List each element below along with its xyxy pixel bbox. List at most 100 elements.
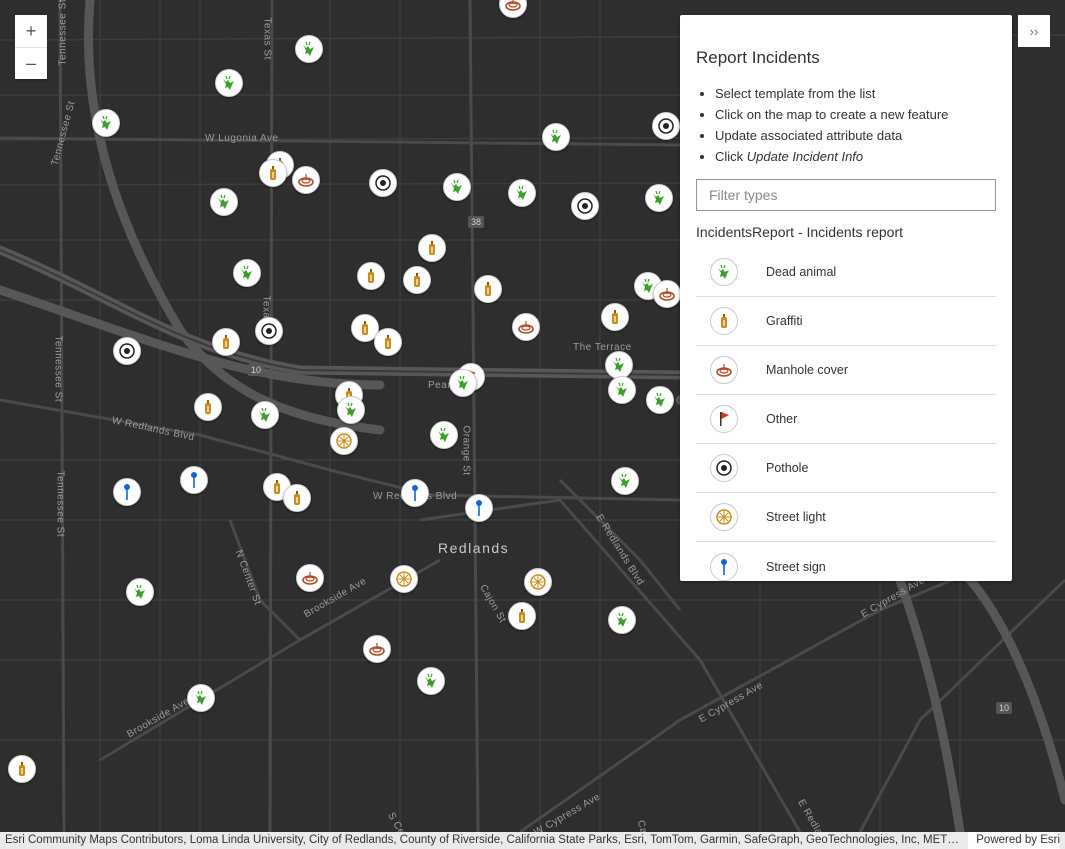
incident-marker[interactable] [330, 427, 358, 455]
graffiti-icon [263, 163, 283, 183]
template-item-other[interactable]: Other [696, 395, 996, 444]
manhole-icon [296, 170, 316, 190]
incident-marker[interactable] [601, 303, 629, 331]
instruction-list: Select template from the list Click on t… [715, 83, 948, 167]
zoom-in-button[interactable]: + [15, 15, 47, 47]
incident-marker[interactable] [605, 351, 633, 379]
instruction-item: Select template from the list [715, 83, 948, 104]
dead-animal-icon [191, 688, 211, 708]
template-item-street-sign[interactable]: Street sign [696, 542, 996, 581]
incident-marker[interactable] [449, 369, 477, 397]
layer-name: IncidentsReport - Incidents report [696, 224, 903, 240]
incident-marker[interactable] [417, 667, 445, 695]
incident-marker[interactable] [251, 401, 279, 429]
incident-marker[interactable] [443, 173, 471, 201]
street-label-tennessee: Tennessee St [52, 335, 64, 403]
incident-marker[interactable] [180, 466, 208, 494]
incident-marker[interactable] [374, 328, 402, 356]
incident-marker[interactable] [646, 386, 674, 414]
filter-types-input[interactable] [696, 179, 996, 211]
incident-marker[interactable] [474, 275, 502, 303]
incident-marker[interactable] [403, 266, 431, 294]
incident-marker[interactable] [611, 467, 639, 495]
incident-marker[interactable] [212, 328, 240, 356]
incident-marker[interactable] [418, 234, 446, 262]
template-item-manhole-cover[interactable]: Manhole cover [696, 346, 996, 395]
incident-marker[interactable] [215, 69, 243, 97]
incident-marker[interactable] [194, 393, 222, 421]
incident-marker[interactable] [292, 166, 320, 194]
incident-marker[interactable] [295, 35, 323, 63]
dead-animal-icon [612, 610, 632, 630]
incident-marker[interactable] [390, 565, 418, 593]
incident-marker[interactable] [508, 179, 536, 207]
street-sign-icon [710, 552, 738, 581]
incident-marker[interactable] [255, 317, 283, 345]
manhole-icon [710, 356, 738, 384]
incident-marker[interactable] [210, 188, 238, 216]
graffiti-icon [407, 270, 427, 290]
incident-marker[interactable] [363, 635, 391, 663]
powered-by-esri[interactable]: Powered by Esri [968, 832, 1060, 849]
dead-animal-icon [214, 192, 234, 212]
dead-animal-icon [434, 425, 454, 445]
dead-animal-icon [237, 263, 257, 283]
street-label-lugonia: W Lugonia Ave [205, 133, 279, 144]
incident-marker[interactable] [233, 259, 261, 287]
incident-marker[interactable] [512, 313, 540, 341]
manhole-icon [503, 0, 523, 14]
incident-marker[interactable] [430, 421, 458, 449]
incident-marker[interactable] [542, 123, 570, 151]
zoom-out-button[interactable]: – [15, 47, 47, 79]
instruction-item: Update associated attribute data [715, 125, 948, 146]
manhole-icon [516, 317, 536, 337]
incident-marker[interactable] [113, 478, 141, 506]
template-item-graffiti[interactable]: Graffiti [696, 297, 996, 346]
incident-marker[interactable] [465, 494, 493, 522]
incident-marker[interactable] [92, 109, 120, 137]
graffiti-icon [710, 307, 738, 335]
graffiti-icon [287, 488, 307, 508]
template-label: Street light [766, 510, 826, 524]
incident-marker[interactable] [608, 376, 636, 404]
graffiti-icon [361, 266, 381, 286]
incident-marker[interactable] [608, 606, 636, 634]
dead-animal-icon [453, 373, 473, 393]
incident-marker[interactable] [337, 396, 365, 424]
zoom-control: + – [15, 15, 47, 79]
incident-marker[interactable] [126, 578, 154, 606]
incident-marker[interactable] [296, 564, 324, 592]
dead-animal-icon [650, 390, 670, 410]
template-item-dead-animal[interactable]: Dead animal [696, 248, 996, 297]
incident-marker[interactable] [113, 337, 141, 365]
incident-marker[interactable] [401, 479, 429, 507]
interstate-shield-10: 10 [996, 702, 1013, 714]
graffiti-icon [355, 318, 375, 338]
dead-animal-icon [130, 582, 150, 602]
street-sign-icon [405, 483, 425, 503]
street-light-icon [394, 569, 414, 589]
template-item-street-light[interactable]: Street light [696, 493, 996, 542]
interstate-shield-10: 10 [248, 364, 265, 376]
incident-marker[interactable] [652, 112, 680, 140]
incident-marker[interactable] [571, 192, 599, 220]
incident-marker[interactable] [369, 169, 397, 197]
dead-animal-icon [96, 113, 116, 133]
incident-marker[interactable] [259, 159, 287, 187]
incident-marker[interactable] [524, 568, 552, 596]
dead-animal-icon [447, 177, 467, 197]
graffiti-icon [198, 397, 218, 417]
template-label: Street sign [766, 559, 826, 574]
incident-marker[interactable] [8, 755, 36, 783]
manhole-icon [300, 568, 320, 588]
incident-marker[interactable] [645, 184, 673, 212]
incident-marker[interactable] [653, 280, 681, 308]
attribution-credits[interactable]: Esri Community Maps Contributors, Loma L… [5, 832, 960, 849]
incident-marker[interactable] [508, 602, 536, 630]
incident-marker[interactable] [187, 684, 215, 712]
collapse-panel-button[interactable]: ›› [1018, 15, 1050, 47]
pothole-icon [656, 116, 676, 136]
incident-marker[interactable] [357, 262, 385, 290]
template-item-pothole[interactable]: Pothole [696, 444, 996, 493]
incident-marker[interactable] [283, 484, 311, 512]
